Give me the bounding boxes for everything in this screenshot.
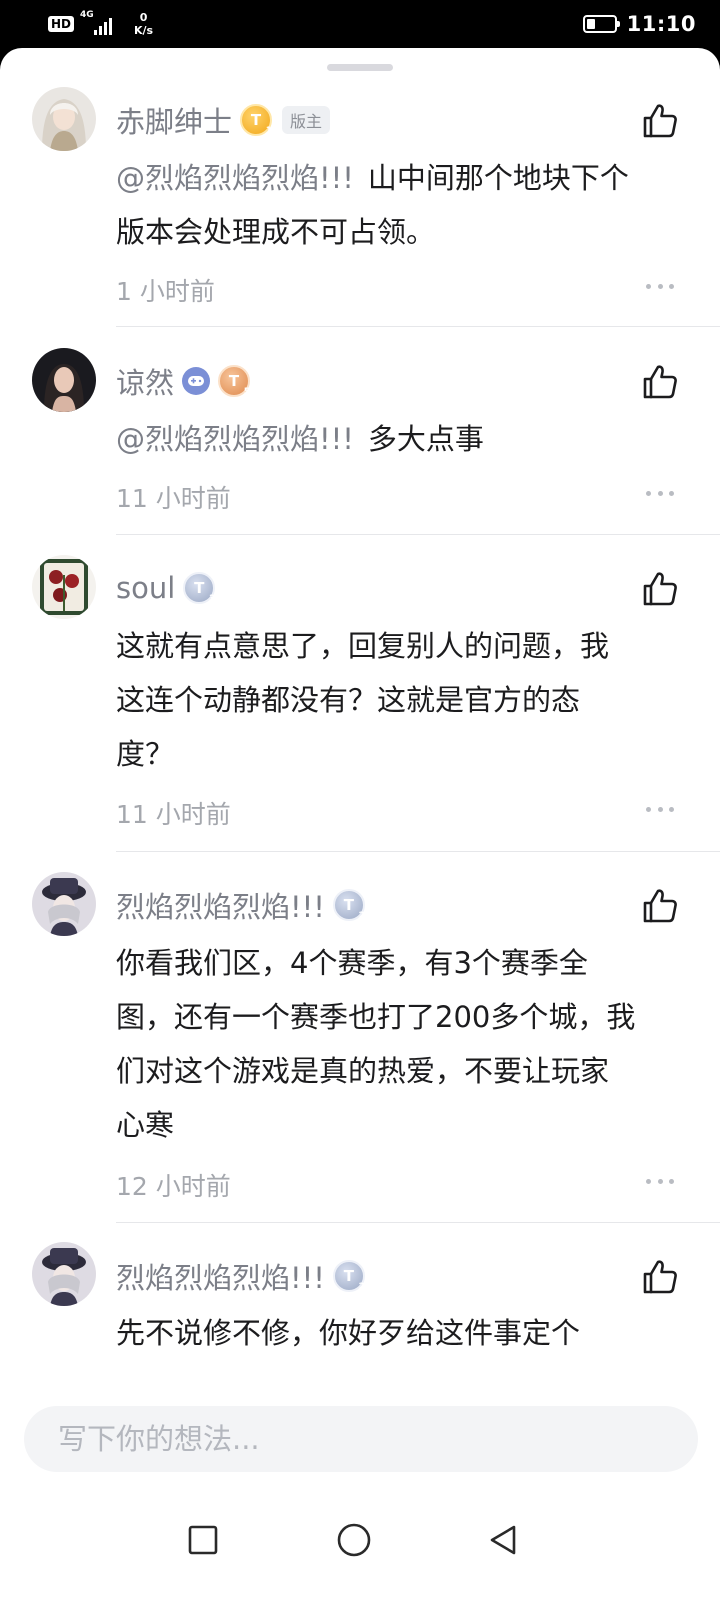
sheet-drag-handle[interactable] [327, 64, 393, 71]
more-options-icon[interactable] [646, 1179, 674, 1187]
comment-header: 谅然 T5 [116, 360, 251, 402]
like-thumb-icon[interactable] [640, 569, 680, 609]
mention-link[interactable]: @烈焰烈焰烈焰!!! [116, 422, 354, 456]
comment-body: 你看我们区，4个赛季，有3个赛季全 图，还有一个赛季也打了200多个城，我 们对… [116, 936, 676, 1152]
comment-body: 先不说修不修，你好歹给这件事定个 [116, 1306, 676, 1360]
hd-icon: HD [48, 16, 75, 32]
avatar[interactable] [32, 1242, 96, 1306]
more-options-icon[interactable] [646, 807, 674, 815]
username[interactable]: 谅然 [116, 360, 174, 402]
comment-line: 度？ [116, 737, 175, 771]
username[interactable]: 烈焰烈焰烈焰!!! [116, 884, 325, 926]
network-type: 4G [80, 10, 94, 20]
comment-header: 烈焰烈焰烈焰!!! T2 [116, 885, 365, 925]
username[interactable]: 赤脚绅士 [116, 99, 232, 141]
comment-line: 这就有点意思了，回复别人的问题，我 [116, 629, 610, 663]
like-thumb-icon[interactable] [640, 362, 680, 402]
silver-level-badge-icon: T2 [332, 889, 365, 921]
comment-time: 11 小时前 [116, 484, 231, 513]
avatar[interactable] [32, 872, 96, 936]
comment-line: 心寒 [116, 1108, 175, 1142]
comment-time: 12 小时前 [116, 1172, 231, 1201]
comment-line: 版本会处理成不可占领。 [116, 215, 436, 249]
mention-link[interactable]: @烈焰烈焰烈焰!!! [116, 161, 354, 195]
gold-level-badge-icon: T1 [240, 104, 273, 136]
battery-icon [582, 15, 620, 33]
comment-body: 这就有点意思了，回复别人的问题，我 这连个动静都没有？这就是官方的态 度？ [116, 619, 676, 781]
silver-level-badge-icon: T2 [332, 1260, 365, 1292]
comment-line: 多大点事 [367, 422, 484, 456]
comment-line: 山中间那个地块下个 [367, 161, 629, 195]
gamepad-icon [182, 367, 211, 395]
home-circle-icon[interactable] [326, 1512, 382, 1568]
clock: 11:10 [626, 12, 696, 36]
comment-time: 1 小时前 [116, 277, 215, 306]
username[interactable]: soul [116, 571, 175, 605]
system-nav-bar [0, 1492, 720, 1600]
status-left: HD 4G 0 K/s [48, 8, 153, 40]
more-options-icon[interactable] [646, 284, 674, 292]
back-triangle-icon[interactable] [475, 1512, 531, 1568]
comment-body: @烈焰烈焰烈焰!!! 山中间那个地块下个 版本会处理成不可占领。 [116, 151, 676, 259]
network-speed-value: 0 [139, 11, 148, 24]
divider [116, 851, 720, 852]
comment-input[interactable]: 写下你的想法... [24, 1406, 698, 1472]
comments-sheet: 赤脚绅士 T1 版主 @烈焰烈焰烈焰!!! 山中间那个地块下个 版本会处理成不可占… [0, 48, 720, 1600]
comment-line: 先不说修不修，你好歹给这件事定个 [116, 1316, 581, 1350]
comment-line: 你看我们区，4个赛季，有3个赛季全 [116, 946, 588, 980]
like-thumb-icon[interactable] [640, 886, 680, 926]
username[interactable]: 烈焰烈焰烈焰!!! [116, 1255, 325, 1297]
comment-header: 烈焰烈焰烈焰!!! T2 [116, 1256, 365, 1296]
silver-level-badge-icon: T3 [183, 572, 216, 604]
bronze-level-badge-icon: T5 [218, 365, 251, 397]
like-thumb-icon[interactable] [640, 101, 680, 141]
divider [116, 534, 720, 535]
comment-line: 图，还有一个赛季也打了200多个城，我 [116, 1000, 636, 1034]
avatar[interactable] [32, 555, 96, 619]
divider [116, 1222, 720, 1223]
status-bar: HD 4G 0 K/s 11:10 [0, 0, 720, 48]
divider [116, 326, 720, 327]
more-options-icon[interactable] [646, 491, 674, 499]
comment-header: soul T3 [116, 568, 216, 608]
comment-input-placeholder: 写下你的想法... [58, 1422, 260, 1456]
signal-icon: 4G [80, 10, 120, 37]
like-thumb-icon[interactable] [640, 1257, 680, 1297]
reply-bar: 写下你的想法... [0, 1376, 720, 1600]
comment-line: 这连个动静都没有？这就是官方的态 [116, 683, 581, 717]
network-speed-unit: K/s [134, 24, 154, 37]
avatar[interactable] [32, 348, 96, 412]
status-right: 11:10 [582, 10, 696, 38]
comment-line: 们对这个游戏是真的热爱，不要让玩家 [116, 1054, 610, 1088]
comment-body: @烈焰烈焰烈焰!!! 多大点事 [116, 412, 676, 466]
avatar[interactable] [32, 87, 96, 151]
comment-header: 赤脚绅士 T1 版主 [116, 99, 331, 141]
comment-time: 11 小时前 [116, 800, 231, 829]
moderator-tag: 版主 [282, 106, 331, 134]
recents-square-icon[interactable] [175, 1512, 231, 1568]
network-speed: 0 K/s [134, 11, 153, 37]
